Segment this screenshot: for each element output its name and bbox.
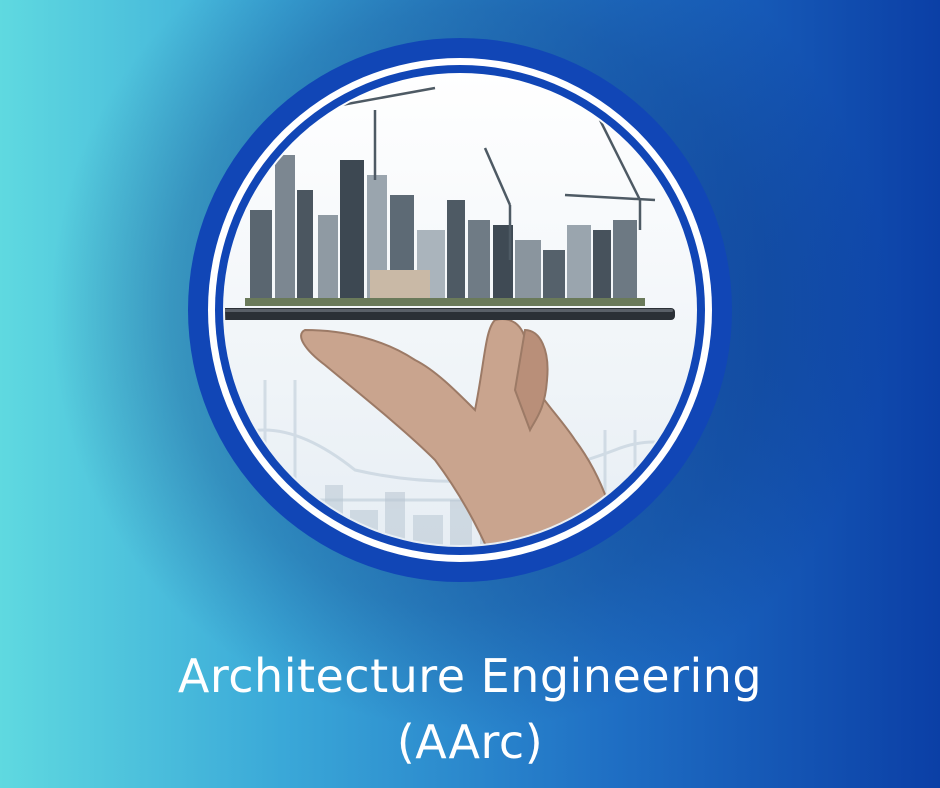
title-line-2: (AArc) (396, 715, 544, 769)
emblem-circle (188, 38, 732, 582)
title-line-1: Architecture Engineering (177, 649, 763, 703)
